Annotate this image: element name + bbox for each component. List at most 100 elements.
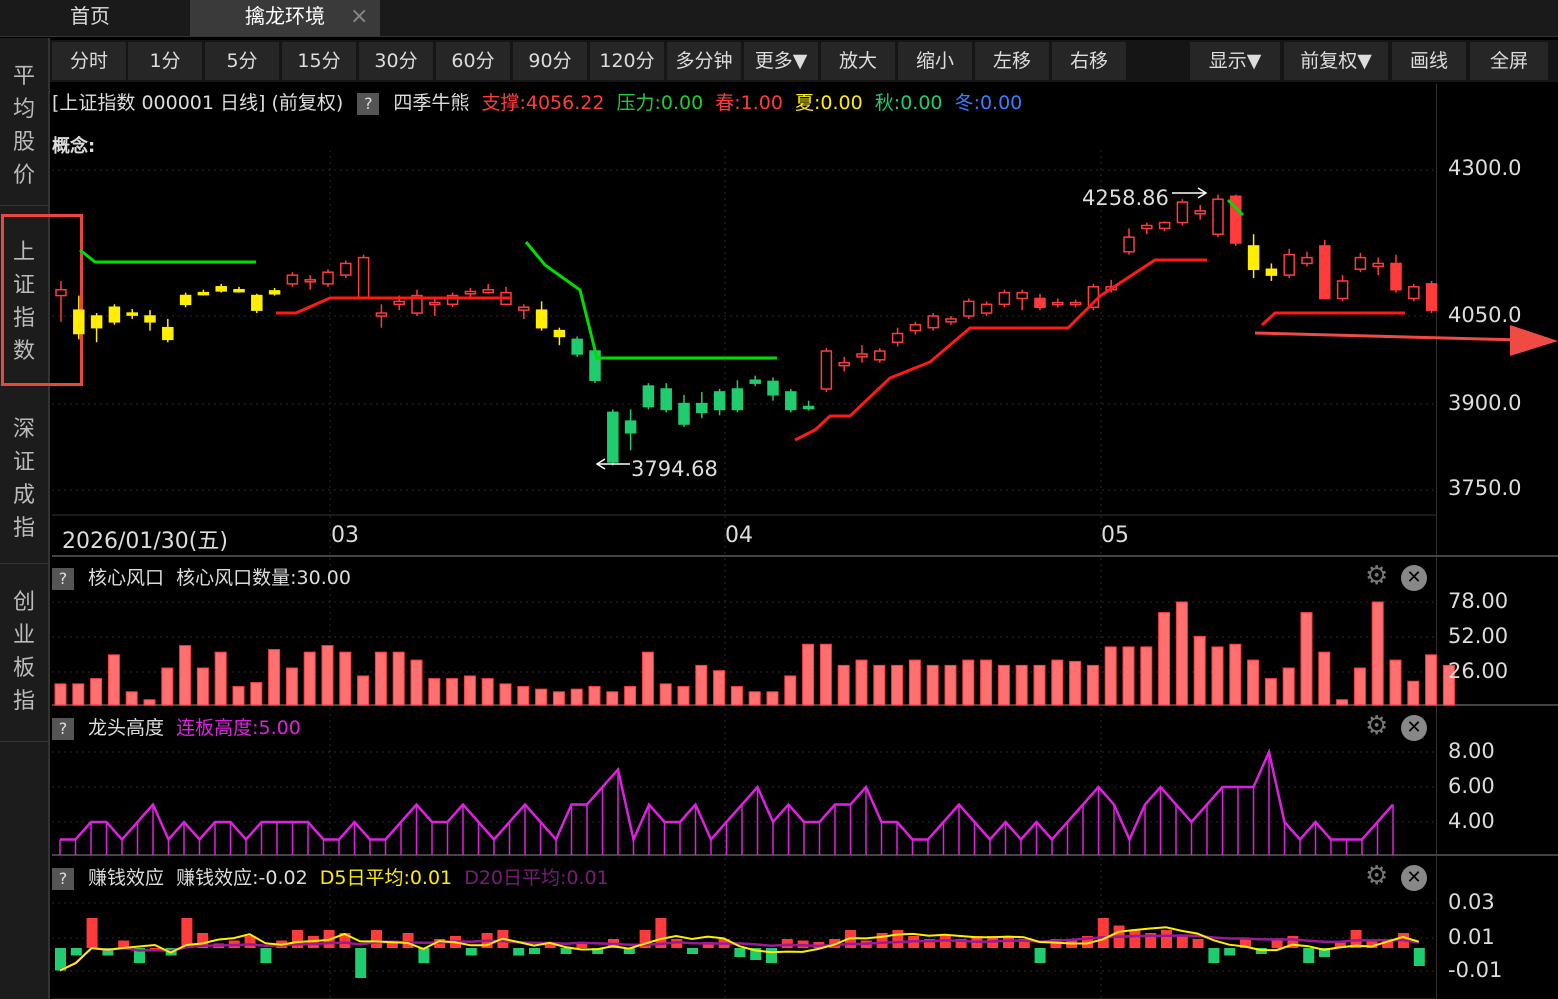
candle-body [856,353,868,358]
money-effect-bar [181,918,193,948]
core-wind-bar [232,686,245,706]
close-icon[interactable]: ✕ [1401,565,1427,591]
candle-body [838,361,850,367]
panel-name: 龙头高度 [88,717,165,739]
core-wind-bar [1229,643,1242,706]
core-wind-bar [285,667,298,706]
y-tick: 4.00 [1448,809,1495,833]
core-wind-bar [410,659,423,706]
core-wind-bar [748,691,761,706]
core-wind-bar [1425,654,1438,706]
core-wind-bar [1086,664,1099,706]
candle-body [1212,198,1224,235]
candle-body [251,294,263,311]
core-wind-bar [641,651,654,706]
candle-body [340,262,352,276]
money-effect-bar [1161,930,1172,948]
core-wind-bar [570,688,583,706]
candle-body [429,301,441,306]
candle-body [375,312,388,317]
candle-body [215,286,227,292]
money-effect-bar [939,936,951,948]
core-wind-bar [499,683,512,706]
help-icon[interactable]: ? [52,567,74,590]
core-wind-bar [944,664,957,706]
y-tick: 8.00 [1448,739,1495,763]
y-tick: 4300.0 [1448,156,1522,180]
candle-body [998,291,1011,306]
candle-body [1372,262,1384,268]
core-wind-bar [1069,660,1082,706]
candle-body [1176,201,1189,224]
candle-body [482,288,494,294]
candle-body [1034,297,1046,308]
money-effect-bar [1034,948,1046,963]
y-tick: 52.00 [1448,624,1509,648]
x-label: 2026/01/30(五) [62,529,228,554]
candle-body [162,326,174,341]
candle-body [55,288,67,297]
y-tick: 4050.0 [1448,303,1522,327]
candle-body [126,312,138,316]
gear-icon[interactable]: ⚙ [1365,861,1388,891]
core-wind-bar [837,664,850,706]
core-wind-bar [321,645,334,706]
core-wind-bar [1407,680,1420,706]
candle-body [179,294,192,306]
panel-name: 赚钱效应 [88,867,165,889]
right-arrow-icon [1254,331,1521,342]
candle-body [535,309,548,329]
money-effect-bar [1176,936,1188,948]
core-wind-bar [713,670,726,706]
candle-body [286,274,299,285]
help-icon[interactable]: ? [52,867,74,890]
help-icon[interactable]: ? [52,717,74,740]
core-wind-bar [1264,678,1277,706]
close-icon[interactable]: ✕ [1401,715,1427,741]
y-tick: 6.00 [1448,774,1495,798]
core-wind-bar [446,678,459,706]
core-wind-bar [161,667,174,706]
money-effect-bar [892,930,904,948]
candle-body [1301,256,1313,265]
core-wind-bar [873,664,886,706]
core-wind-bar [1282,667,1295,706]
candle-body [1390,262,1402,291]
core-wind-bar [107,654,120,706]
x-label: 05 [1101,523,1129,548]
main-kline-chart[interactable] [0,0,1558,999]
core-wind-bar [1104,646,1117,706]
candle-body [891,332,904,344]
core-wind-bar [997,664,1010,706]
y-tick: 26.00 [1448,659,1509,683]
y-tick: 78.00 [1448,589,1509,613]
core-wind-bar [392,651,405,706]
candle-body [571,338,583,355]
panel-name: 核心风口 [88,567,165,589]
support-line [1260,311,1405,327]
money-effect-bar [1413,948,1425,966]
money-effect-bar [465,948,477,956]
money-effect-bar [529,948,540,954]
close-icon[interactable]: ✕ [1401,865,1427,891]
core-wind-bar [268,649,281,706]
candle-body [1408,286,1420,300]
low-price-label: 3794.68 [631,457,718,481]
gear-icon[interactable]: ⚙ [1365,561,1388,591]
candle-body [731,388,744,411]
support-line [276,296,512,315]
core-wind-bar [819,643,832,706]
candle-body [553,329,566,338]
core-wind-bar [766,691,779,706]
core-wind-bar [1175,601,1188,706]
gear-icon[interactable]: ⚙ [1365,711,1388,741]
money-effect-bar [1303,948,1315,963]
core-wind-bar [552,691,565,706]
core-wind-bar [730,686,743,706]
money-effect-bar [402,933,414,948]
candle-body [624,420,637,434]
core-wind-bar [90,678,103,706]
money-effect-bar [260,948,272,963]
candle-body [357,256,370,300]
core-wind-bar [1193,635,1206,706]
